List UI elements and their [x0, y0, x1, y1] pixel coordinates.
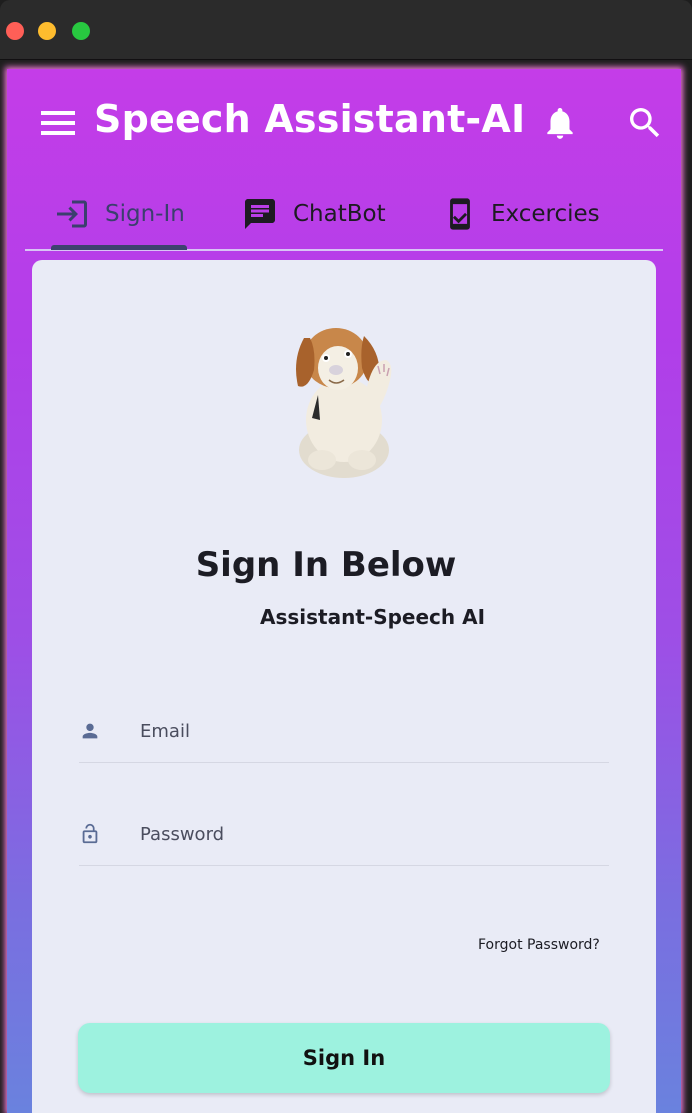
password-field[interactable]: Password: [79, 806, 609, 866]
tab-chatbot-label: ChatBot: [293, 201, 386, 227]
tab-chatbot[interactable]: ChatBot: [241, 189, 386, 239]
waving-dog-illustration: [296, 328, 392, 478]
minimize-window-button[interactable]: [38, 22, 56, 40]
active-tab-indicator: [51, 245, 187, 250]
sign-in-button[interactable]: Sign In: [78, 1023, 610, 1093]
login-icon: [57, 200, 87, 228]
forgot-password-link[interactable]: Forgot Password?: [478, 937, 600, 953]
tab-excercies-label: Excercies: [491, 201, 600, 227]
tab-sign-in[interactable]: Sign-In: [53, 189, 185, 239]
zoom-window-button[interactable]: [72, 22, 90, 40]
app-title: Speech Assistant-AI: [94, 97, 526, 141]
app-bar: Speech Assistant-AI: [7, 69, 681, 179]
email-field[interactable]: Email: [79, 703, 609, 763]
sign-in-subtitle: Assistant-Speech AI: [260, 605, 486, 629]
window-titlebar: [0, 0, 692, 60]
tab-excercies[interactable]: Excercies: [443, 189, 600, 239]
close-window-button[interactable]: [6, 22, 24, 40]
sign-in-card: Sign In Below Assistant-Speech AI Email …: [32, 260, 656, 1113]
menu-icon[interactable]: [41, 109, 75, 137]
tab-bar: Sign-In ChatBot Excercies: [25, 179, 663, 251]
app-window: Speech Assistant-AI Sign-In ChatBot Exce…: [7, 69, 681, 1113]
chat-icon: [245, 199, 275, 229]
search-icon[interactable]: [625, 103, 665, 143]
sign-in-title: Sign In Below: [195, 545, 457, 585]
tab-sign-in-label: Sign-In: [105, 201, 185, 227]
sign-in-button-label: Sign In: [302, 1046, 386, 1070]
bell-icon[interactable]: [541, 103, 579, 143]
phone-check-icon: [450, 198, 470, 230]
